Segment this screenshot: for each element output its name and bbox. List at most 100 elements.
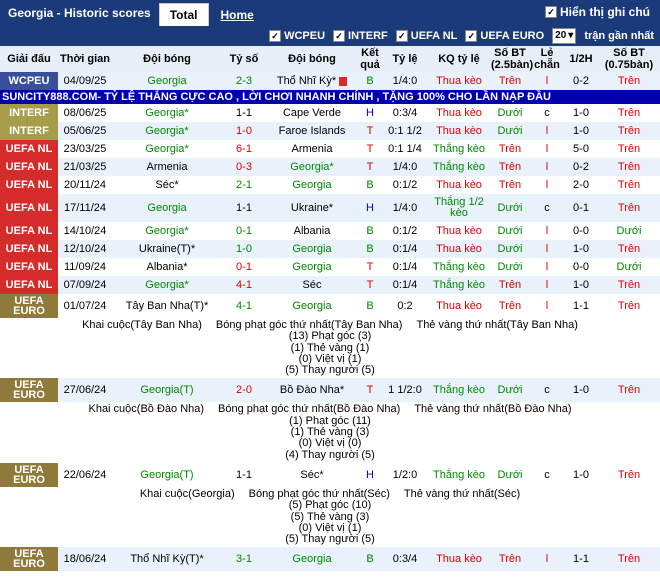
home-team[interactable]: Georgia* <box>112 140 222 158</box>
match-score[interactable]: 0-1 <box>222 258 266 276</box>
home-team[interactable]: Georgia <box>112 72 222 90</box>
competition-badge[interactable]: UEFA NL <box>0 158 58 176</box>
competition-badge[interactable]: UEFA NL <box>0 176 58 194</box>
match-score[interactable]: 0-3 <box>222 158 266 176</box>
away-team[interactable]: Bồ Đào Nha* <box>266 378 358 403</box>
competition-badge[interactable]: UEFA NL <box>0 222 58 240</box>
table-row: UEFA NL 11/09/24 Albania* 0-1 Georgia T 0:1/4 T… <box>0 258 660 276</box>
away-team[interactable]: Faroe Islands <box>266 122 358 140</box>
home-team[interactable]: Georgia* <box>112 122 222 140</box>
match-score[interactable]: 2-1 <box>222 176 266 194</box>
competition-badge[interactable]: UEFA NL <box>0 140 58 158</box>
goals-075: Trên <box>598 276 660 294</box>
match-score[interactable]: 1-0 <box>222 122 266 140</box>
away-team[interactable]: Georgia <box>266 294 358 318</box>
match-result: T <box>358 378 382 403</box>
match-date: 01/07/24 <box>63 300 107 312</box>
away-team[interactable]: Séc* <box>266 463 358 487</box>
ad-banner-row[interactable]: SUNCITY888.COM- TỶ LỆ THẮNG CỰC CAO , LỜ… <box>0 90 660 104</box>
home-team[interactable]: Thổ Nhĩ Kỳ(T)* <box>112 547 222 572</box>
check-icon[interactable]: ✓ <box>465 30 478 42</box>
match-score[interactable]: 2-0 <box>222 378 266 403</box>
competition-badge[interactable]: INTERF <box>0 122 58 140</box>
match-score[interactable]: 1-1 <box>222 104 266 122</box>
odds-result: Thua kèo <box>428 240 490 258</box>
goals-075: Trên <box>617 143 641 155</box>
match-score[interactable]: 4-1 <box>222 276 266 294</box>
away-team[interactable]: Georgia* <box>266 158 358 176</box>
tab-total[interactable]: Total <box>158 3 209 26</box>
odd-even: l <box>530 72 564 90</box>
col-odds-result: KQ tỷ lệ <box>428 46 490 72</box>
first-half-score: 2-0 <box>573 179 589 191</box>
match-date: 18/06/24 <box>58 547 112 572</box>
match-score[interactable]: 1-1 <box>222 194 266 222</box>
match-score[interactable]: 1-1 <box>222 463 266 487</box>
stat-line: (13) Phạt góc (3) <box>288 330 372 343</box>
away-team[interactable]: Séc <box>266 276 358 294</box>
away-team[interactable]: Georgia <box>266 176 358 194</box>
goals-25: Dưới <box>497 225 523 237</box>
away-team[interactable]: Georgia <box>266 258 358 276</box>
check-icon[interactable]: ✓ <box>333 30 346 42</box>
away-team[interactable]: Thổ Nhĩ Kỳ* <box>266 72 358 90</box>
home-team[interactable]: Georgia <box>112 194 222 222</box>
filter-uefa-nl[interactable]: ✓ UEFA NL <box>395 30 457 42</box>
competition-badge[interactable]: UEFA NL <box>0 240 58 258</box>
match-score[interactable]: 0-1 <box>222 222 266 240</box>
match-score[interactable]: 4-1 <box>222 294 266 318</box>
competition-badge[interactable]: UEFA EURO <box>0 294 58 318</box>
match-score[interactable]: 1-0 <box>222 240 266 258</box>
ad-banner[interactable]: SUNCITY888.COM- TỶ LỆ THẮNG CỰC CAO , LỜ… <box>0 90 660 104</box>
col-competition: Giải đấu <box>0 46 58 72</box>
match-score[interactable]: 6-1 <box>222 140 266 158</box>
goals-075: Dưới <box>616 261 642 273</box>
col-home: Đội bóng <box>112 46 222 72</box>
goals-075: Trên <box>617 179 641 191</box>
show-notes-toggle[interactable]: ✓ Hiển thị ghi chú <box>545 5 650 19</box>
away-team[interactable]: Georgia <box>266 547 358 572</box>
match-odds: 1/4:0 <box>382 158 428 176</box>
first-half-score: 1-0 <box>573 107 589 119</box>
match-score[interactable]: 3-1 <box>222 547 266 572</box>
away-team[interactable]: Armenia <box>266 140 358 158</box>
check-icon[interactable]: ✓ <box>545 6 557 18</box>
away-team[interactable]: Georgia <box>266 240 358 258</box>
home-team[interactable]: Georgia(T) <box>112 463 222 487</box>
home-team[interactable]: Georgia* <box>112 276 222 294</box>
odd-even: l <box>545 179 549 191</box>
competition-badge[interactable]: UEFA NL <box>0 258 58 276</box>
check-icon[interactable]: ✓ <box>269 30 282 42</box>
home-team[interactable]: Ukraine(T)* <box>112 240 222 258</box>
home-team[interactable]: Georgia* <box>112 222 222 240</box>
match-date: 17/11/24 <box>58 194 112 222</box>
competition-badge[interactable]: WCPEU <box>0 72 58 90</box>
home-team[interactable]: Séc* <box>112 176 222 194</box>
filter-wcpeu[interactable]: ✓ WCPEU <box>269 30 325 42</box>
goals-25: Dưới <box>497 468 523 481</box>
away-team[interactable]: Cape Verde <box>266 104 358 122</box>
home-team[interactable]: Albania* <box>112 258 222 276</box>
match-result: B <box>366 225 374 237</box>
tab-home[interactable]: Home <box>211 4 264 26</box>
away-team[interactable]: Albania <box>266 222 358 240</box>
match-count-select[interactable]: 20 ▾ <box>552 28 577 44</box>
check-icon[interactable]: ✓ <box>395 30 408 42</box>
event-text: Khai cuộc(Bồ Đào Nha) <box>88 403 205 416</box>
goals-075: Dưới <box>616 225 642 237</box>
home-team[interactable]: Armenia <box>112 158 222 176</box>
competition-badge[interactable]: INTERF <box>0 104 58 122</box>
filter-interf[interactable]: ✓ INTERF <box>333 30 388 42</box>
competition-badge[interactable]: UEFA EURO <box>0 547 58 572</box>
competition-badge[interactable]: UEFA NL <box>0 276 58 294</box>
competition-badge[interactable]: UEFA NL <box>0 194 58 222</box>
home-team[interactable]: Tây Ban Nha(T)* <box>112 294 222 318</box>
home-team[interactable]: Georgia(T) <box>112 378 222 403</box>
competition-badge[interactable]: UEFA EURO <box>0 462 58 487</box>
goals-25: Trên <box>490 72 530 90</box>
match-score[interactable]: 2-3 <box>222 72 266 90</box>
competition-badge[interactable]: UEFA EURO <box>0 378 58 403</box>
filter-uefa-euro[interactable]: ✓ UEFA EURO <box>465 30 544 42</box>
away-team[interactable]: Ukraine* <box>266 194 358 222</box>
home-team[interactable]: Georgia* <box>112 104 222 122</box>
